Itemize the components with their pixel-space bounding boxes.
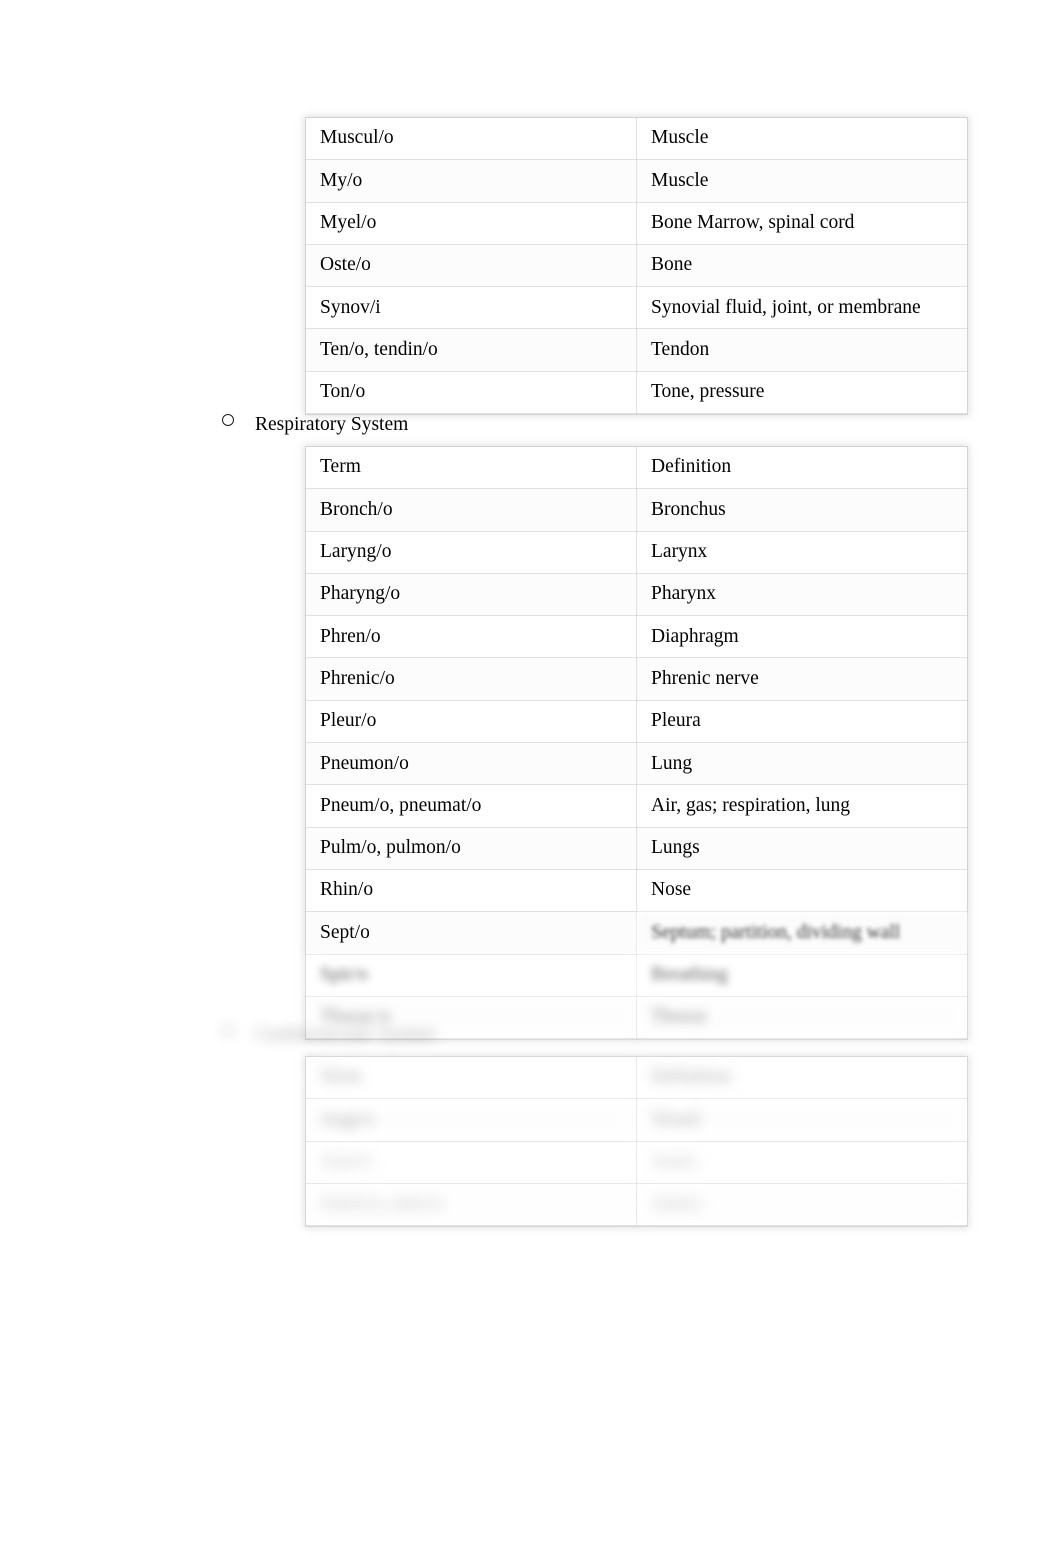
definition-cell: Bone Marrow, spinal cord <box>636 202 967 245</box>
term-cell: Pleur/o <box>306 700 637 744</box>
term-cell: Pharyng/o <box>306 573 637 617</box>
table-row: Muscul/o Muscle <box>306 118 967 161</box>
definition-cell: Thorax <box>636 996 967 1040</box>
table-row: Pulm/o, pulmon/o Lungs <box>306 827 967 870</box>
term-cell: Synov/i <box>306 286 637 330</box>
term-cell: Myel/o <box>306 202 637 245</box>
table-row: Laryng/o Larynx <box>306 531 967 574</box>
hollow-circle-bullet-icon <box>222 1024 234 1036</box>
term-cell: My/o <box>306 159 637 203</box>
table-row: Pneumon/o Lung <box>306 742 967 786</box>
definition-cell: Tone, pressure <box>636 371 967 415</box>
table-row: Myel/o Bone Marrow, spinal cord <box>306 202 967 245</box>
table-header-row: Term Definition <box>306 447 967 490</box>
term-cell: Bronch/o <box>306 488 637 532</box>
table-row: Rhin/o Nose <box>306 869 967 913</box>
table-row: Angi/o Vessel <box>306 1098 967 1142</box>
table-row: Ton/o Tone, pressure <box>306 371 967 415</box>
definition-cell: Vessel <box>636 1098 967 1142</box>
definition-cell: Phrenic nerve <box>636 657 967 701</box>
definition-cell: Artery <box>636 1183 967 1227</box>
definition-cell: Lung <box>636 742 967 786</box>
definition-cell: Bronchus <box>636 488 967 532</box>
definition-cell: Muscle <box>636 118 967 161</box>
definition-cell: Bone <box>636 244 967 288</box>
section-heading-respiratory: Respiratory System <box>255 414 409 435</box>
definition-column-header: Definition <box>636 1057 967 1100</box>
term-cell: Angi/o <box>306 1098 637 1142</box>
term-cell: Ten/o, tendin/o <box>306 328 637 372</box>
musculoskeletal-term-table: Muscul/o Muscle My/o Muscle Myel/o Bone … <box>306 118 967 415</box>
term-cell: Muscul/o <box>306 118 637 161</box>
term-cell: Pneum/o, pneumat/o <box>306 784 637 828</box>
definition-cell: Tendon <box>636 328 967 372</box>
term-cell: Pulm/o, pulmon/o <box>306 827 637 870</box>
table-header-row: Term Definition <box>306 1057 967 1100</box>
table-row: Arteri/o, arter/o Artery <box>306 1183 967 1227</box>
definition-cell: Nose <box>636 869 967 913</box>
table-row: Pneum/o, pneumat/o Air, gas; respiration… <box>306 784 967 828</box>
term-cell: Aort/o <box>306 1141 637 1184</box>
list-item-cardiovascular-system: Cardiovascular System <box>222 1023 435 1047</box>
term-cell: Laryng/o <box>306 531 637 574</box>
definition-cell: Pharynx <box>636 573 967 617</box>
term-cell: Sept/o <box>306 911 637 955</box>
term-cell: Arteri/o, arter/o <box>306 1183 637 1227</box>
definition-cell: Larynx <box>636 531 967 574</box>
definition-cell: Breathing <box>636 954 967 997</box>
term-cell: Oste/o <box>306 244 637 288</box>
table-row: Pleur/o Pleura <box>306 700 967 744</box>
definition-cell: Pleura <box>636 700 967 744</box>
table-row: Pharyng/o Pharynx <box>306 573 967 617</box>
table-row: My/o Muscle <box>306 159 967 203</box>
definition-cell: Lungs <box>636 827 967 870</box>
table-row: Oste/o Bone <box>306 244 967 288</box>
definition-cell: Septum; partition, dividing wall <box>636 911 967 955</box>
cardiovascular-term-table: Term Definition Angi/o Vessel Aort/o Aor… <box>306 1057 967 1227</box>
table-row: Phrenic/o Phrenic nerve <box>306 657 967 701</box>
table-row: Aort/o Aorta <box>306 1141 967 1184</box>
table-row: Synov/i Synovial fluid, joint, or membra… <box>306 286 967 330</box>
section-heading-cardiovascular: Cardiovascular System <box>255 1024 436 1045</box>
table-row: Sept/o Septum; partition, dividing wall <box>306 911 967 955</box>
term-cell: Phren/o <box>306 615 637 659</box>
list-item-respiratory-system: Respiratory System <box>222 413 408 437</box>
definition-cell: Aorta <box>636 1141 967 1184</box>
definition-cell: Air, gas; respiration, lung <box>636 784 967 828</box>
term-column-header: Term <box>306 447 637 490</box>
hollow-circle-bullet-icon <box>222 414 234 426</box>
term-cell: Spir/o <box>306 954 637 997</box>
table-row: Bronch/o Bronchus <box>306 488 967 532</box>
term-cell: Phrenic/o <box>306 657 637 701</box>
table-row: Phren/o Diaphragm <box>306 615 967 659</box>
term-cell: Ton/o <box>306 371 637 415</box>
definition-cell: Synovial fluid, joint, or membrane <box>636 286 967 330</box>
table-row: Spir/o Breathing <box>306 954 967 997</box>
definition-cell: Muscle <box>636 159 967 203</box>
definition-cell: Diaphragm <box>636 615 967 659</box>
term-column-header: Term <box>306 1057 637 1100</box>
term-cell: Rhin/o <box>306 869 637 913</box>
definition-column-header: Definition <box>636 447 967 490</box>
table-row: Ten/o, tendin/o Tendon <box>306 328 967 372</box>
document-page: Muscul/o Muscle My/o Muscle Myel/o Bone … <box>0 0 1062 1561</box>
term-cell: Pneumon/o <box>306 742 637 786</box>
respiratory-term-table: Term Definition Bronch/o Bronchus Laryng… <box>306 447 967 1040</box>
